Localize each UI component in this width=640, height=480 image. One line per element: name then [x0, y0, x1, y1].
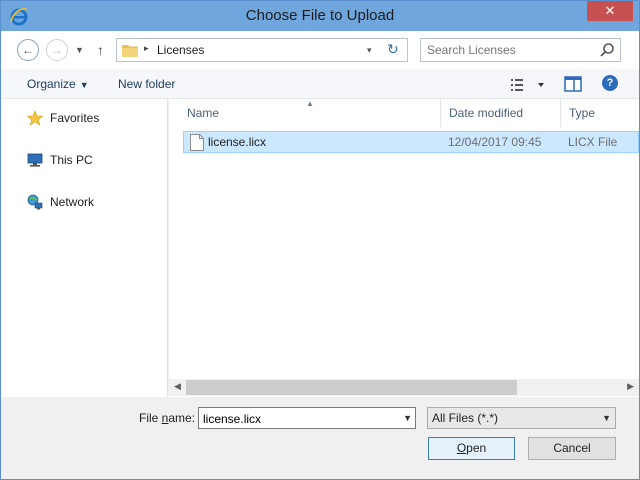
column-header-label: Date modified [449, 106, 524, 120]
cancel-button[interactable]: Cancel [528, 437, 616, 460]
help-button[interactable]: ? [602, 75, 618, 91]
file-row[interactable]: license.licx 12/04/2017 09:45 LICX File [183, 131, 639, 153]
sidebar-item-label: Favorites [50, 111, 100, 125]
navigation-pane: Favorites This PC Network [1, 99, 168, 397]
dialog-footer: File name: ▼ All Files (*.*) ▼ Open Canc… [1, 397, 639, 479]
change-view-icon[interactable] [511, 76, 547, 94]
open-button[interactable]: Open [428, 437, 515, 460]
command-bar: Organize ▼ New folder ? [1, 69, 639, 99]
horizontal-scrollbar[interactable]: ◀ ▶ [169, 379, 639, 396]
forward-button[interactable]: → [46, 39, 68, 61]
new-folder-button[interactable]: New folder [118, 77, 175, 91]
button-label: pen [466, 441, 487, 455]
chevron-down-icon: ▼ [602, 413, 611, 423]
organize-label: Organize [27, 77, 76, 91]
column-header-label: Name [187, 106, 220, 120]
navigation-bar: ← → ▼ ↑ ▸ Licenses ▾ ↻ [1, 31, 639, 69]
network-icon [27, 194, 43, 210]
address-dropdown[interactable]: ▾ [367, 45, 372, 56]
file-name-label: File name: [139, 411, 195, 425]
file-type-filter[interactable]: All Files (*.*) ▼ [427, 407, 616, 429]
file-dialog: Choose File to Upload ✕ ← → ▼ ↑ ▸ Licens… [0, 0, 640, 480]
column-header-label: Type [569, 106, 596, 120]
scroll-right-button[interactable]: ▶ [627, 381, 634, 392]
column-header-name[interactable]: Name [179, 99, 441, 127]
search-box[interactable] [420, 38, 621, 62]
file-name: license.licx [208, 135, 267, 149]
file-name-combo[interactable]: ▼ [198, 407, 416, 429]
preview-pane-icon[interactable] [564, 75, 582, 93]
breadcrumb-separator: ▸ [144, 43, 149, 53]
file-type: LICX File [568, 135, 618, 149]
search-icon[interactable] [599, 42, 615, 58]
sidebar-item-label: Network [50, 195, 95, 209]
title-bar[interactable]: Choose File to Upload ✕ [1, 1, 639, 31]
column-header-date[interactable]: Date modified [441, 99, 561, 127]
search-input[interactable] [427, 42, 587, 58]
document-icon [190, 134, 204, 151]
close-button[interactable]: ✕ [587, 1, 633, 21]
window-title: Choose File to Upload [245, 7, 395, 24]
label-part: ame: [168, 411, 196, 425]
chevron-down-icon[interactable]: ▼ [403, 413, 412, 423]
scroll-left-button[interactable]: ◀ [174, 381, 181, 392]
organize-menu[interactable]: Organize ▼ [27, 77, 89, 91]
file-type-filter-value: All Files (*.*) [432, 411, 499, 425]
scrollbar-thumb[interactable] [186, 380, 517, 395]
file-date-modified: 12/04/2017 09:45 [448, 135, 542, 149]
column-header-type[interactable]: Type [561, 99, 639, 127]
star-icon [27, 110, 43, 126]
file-name-field[interactable] [203, 411, 383, 426]
folder-icon [122, 45, 138, 57]
button-accelerator: O [456, 441, 467, 455]
chevron-down-icon: ▼ [79, 80, 89, 90]
up-button[interactable]: ↑ [97, 42, 104, 58]
file-list: ▲ Name Date modified Type license.licx 1… [169, 99, 639, 397]
label-part: File [139, 411, 162, 425]
refresh-button[interactable]: ↻ [387, 41, 399, 58]
computer-icon [27, 153, 43, 167]
sidebar-item-label: This PC [50, 153, 93, 167]
address-bar[interactable]: ▸ Licenses ▾ ↻ [116, 38, 408, 62]
breadcrumb-path[interactable]: Licenses [157, 43, 204, 57]
back-button[interactable]: ← [17, 39, 39, 61]
recent-locations-dropdown[interactable]: ▼ [75, 45, 84, 55]
